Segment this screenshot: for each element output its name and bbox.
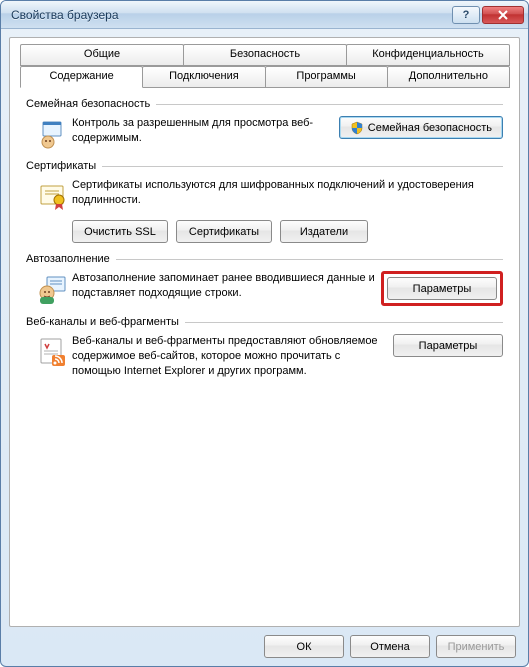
- group-title-autofill: Автозаполнение: [26, 253, 116, 265]
- shield-icon: [350, 121, 364, 135]
- cancel-button[interactable]: Отмена: [350, 635, 430, 658]
- group-title-family: Семейная безопасность: [26, 98, 156, 110]
- close-icon: [497, 10, 509, 20]
- certificate-icon: [37, 180, 69, 212]
- autofill-desc: Автозаполнение запоминает ранее вводивши…: [72, 271, 381, 306]
- tab-privacy[interactable]: Конфиденциальность: [346, 44, 510, 66]
- group-certificates: Сертификаты: [26, 160, 503, 243]
- certs-desc: Сертификаты используются для шифрованных…: [72, 178, 503, 212]
- content-frame: Общие Безопасность Конфиденциальность Со…: [9, 37, 520, 627]
- group-autofill: Автозаполнение: [26, 253, 503, 306]
- ok-button[interactable]: ОК: [264, 635, 344, 658]
- feeds-settings-button[interactable]: Параметры: [393, 334, 503, 357]
- family-safety-desc: Контроль за разрешенным для просмотра ве…: [72, 116, 339, 150]
- clear-ssl-button[interactable]: Очистить SSL: [72, 220, 168, 243]
- tab-general[interactable]: Общие: [20, 44, 184, 66]
- dialog-footer: ОК Отмена Применить: [9, 627, 520, 660]
- close-button[interactable]: [482, 6, 524, 24]
- window-title: Свойства браузера: [11, 8, 450, 22]
- group-feeds: Веб-каналы и веб-фрагменты: [26, 316, 503, 379]
- dialog-body: Общие Безопасность Конфиденциальность Со…: [1, 29, 528, 666]
- publishers-button[interactable]: Издатели: [280, 220, 368, 243]
- group-title-certs: Сертификаты: [26, 160, 102, 172]
- tab-connections[interactable]: Подключения: [142, 66, 265, 88]
- titlebar: Свойства браузера ?: [1, 1, 528, 29]
- tab-advanced[interactable]: Дополнительно: [387, 66, 510, 88]
- group-family-safety: Семейная безопасность: [26, 98, 503, 150]
- tab-programs[interactable]: Программы: [265, 66, 388, 88]
- tab-panel-content: Семейная безопасность: [20, 88, 509, 379]
- dialog-window: Свойства браузера ? Общие Безопасность К…: [0, 0, 529, 667]
- apply-button[interactable]: Применить: [436, 635, 516, 658]
- feeds-icon: [37, 336, 69, 368]
- tab-security[interactable]: Безопасность: [183, 44, 347, 66]
- autofill-settings-button[interactable]: Параметры: [387, 277, 497, 300]
- highlight-box: Параметры: [381, 271, 503, 306]
- family-safety-button[interactable]: Семейная безопасность: [339, 116, 503, 139]
- tab-strip: Общие Безопасность Конфиденциальность Со…: [20, 44, 509, 88]
- help-button[interactable]: ?: [452, 6, 480, 24]
- family-safety-icon: [37, 118, 69, 150]
- group-title-feeds: Веб-каналы и веб-фрагменты: [26, 316, 185, 328]
- feeds-desc: Веб-каналы и веб-фрагменты предоставляют…: [72, 334, 393, 379]
- autofill-icon: [37, 273, 69, 305]
- certificates-button[interactable]: Сертификаты: [176, 220, 272, 243]
- tab-content[interactable]: Содержание: [20, 66, 143, 88]
